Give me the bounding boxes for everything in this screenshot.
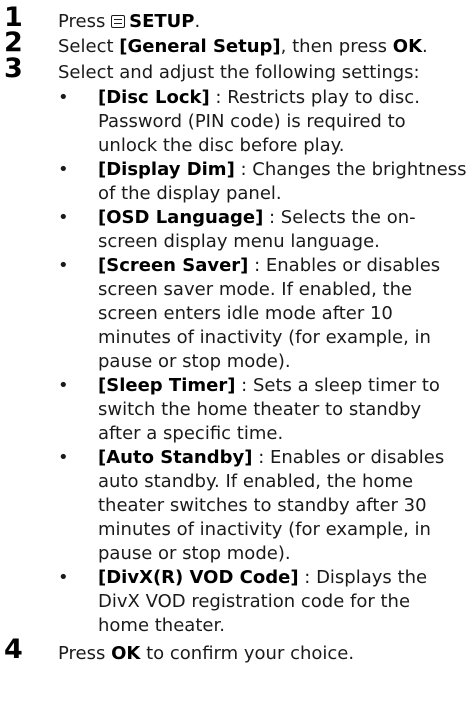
step-text: Press OK to confirm your choice. [58, 643, 355, 664]
bullet: • [58, 207, 69, 228]
setting-name: [Auto Standby] [98, 447, 253, 468]
setting-description: [Disc Lock] : Restricts play to disc. Pas… [98, 87, 420, 156]
setting-description: [DivX(R) VOD Code] : Displays the DivX VO… [98, 567, 428, 636]
setting-description: [OSD Language] : Selects the on-screen d… [98, 207, 416, 252]
setup-menu-icon [111, 15, 126, 28]
step-number: 4 [4, 634, 23, 665]
setting-name: [Sleep Timer] [98, 375, 236, 396]
setting-description: [Auto Standby] : Enables or disables auto… [98, 447, 445, 564]
bullet: • [58, 87, 69, 108]
bullet: • [58, 447, 69, 468]
setting-description: [Screen Saver] : Enables or disables scre… [98, 255, 441, 372]
setting-name: [Screen Saver] [98, 255, 249, 276]
setting-name: [Disc Lock] [98, 87, 210, 108]
bullet: • [58, 255, 69, 276]
step-text: Select and adjust the following settings… [58, 62, 420, 83]
step-number: 3 [4, 53, 23, 84]
bullet: • [58, 567, 69, 588]
bullet: • [58, 375, 69, 396]
setting-description: [Display Dim] : Changes the brightness of… [98, 159, 467, 204]
setting-description: [Sleep Timer] : Sets a sleep timer to swi… [98, 375, 440, 444]
setting-name: [DivX(R) VOD Code] [98, 567, 299, 588]
step-text: Press SETUP. [58, 11, 201, 32]
step-text: Select [General Setup], then press OK. [58, 36, 428, 57]
step-number: 2 [4, 27, 23, 58]
setting-name: [Display Dim] [98, 159, 235, 180]
bullet: • [58, 159, 69, 180]
setting-name: [OSD Language] [98, 207, 264, 228]
